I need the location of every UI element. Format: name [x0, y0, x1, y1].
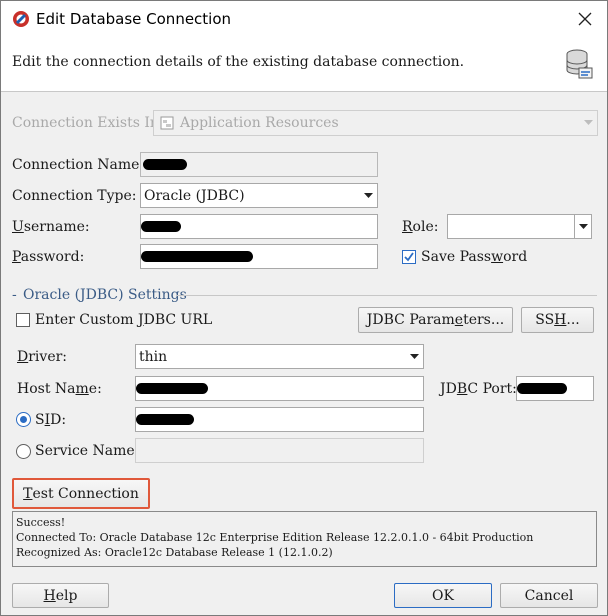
host-name-label: Host Name: — [17, 381, 102, 397]
role-select[interactable] — [447, 214, 592, 239]
chevron-down-icon — [574, 215, 591, 238]
service-name-radio[interactable] — [16, 444, 31, 459]
settings-dash: - — [12, 287, 17, 303]
log-line: Success! — [16, 516, 66, 529]
sid-radio[interactable] — [16, 412, 31, 427]
edit-database-connection-dialog: Edit Database Connection Edit the connec… — [0, 0, 608, 616]
log-line: Recognized As: Oracle12c Database Releas… — [16, 546, 333, 559]
redaction-mark — [136, 383, 208, 394]
redaction-mark — [143, 159, 187, 170]
checkmark-icon — [404, 252, 414, 262]
username-field[interactable] — [140, 214, 378, 239]
redaction-mark — [136, 414, 194, 425]
test-connection-button[interactable]: Test Connection — [12, 478, 150, 509]
connection-type-label: Connection Type: — [12, 188, 137, 204]
dialog-header: Edit the connection details of the exist… — [1, 38, 607, 92]
password-field[interactable] — [140, 244, 378, 269]
oracle-jdeveloper-icon — [13, 11, 29, 27]
close-button[interactable] — [569, 5, 601, 33]
log-line: Connected To: Oracle Database 12c Enterp… — [16, 531, 534, 544]
redaction-mark — [141, 221, 181, 232]
service-name-label: Service Name: — [35, 443, 140, 459]
chevron-down-icon — [360, 184, 377, 207]
ok-button[interactable]: OK — [394, 583, 492, 608]
connection-exists-in-combo: Application Resources — [153, 110, 598, 136]
sid-label: SID: — [35, 412, 67, 428]
host-name-field[interactable] — [135, 376, 424, 401]
driver-select[interactable]: thin — [135, 344, 424, 369]
service-name-field — [135, 438, 424, 463]
group-separator — [176, 295, 597, 296]
test-result-log: Success! Connected To: Oracle Database 1… — [12, 511, 597, 567]
driver-label: Driver: — [17, 349, 68, 365]
driver-value: thin — [139, 348, 168, 365]
settings-group-title: Oracle (JDBC) Settings — [23, 287, 187, 303]
connection-type-value: Oracle (JDBC) — [144, 187, 245, 204]
chevron-down-icon — [406, 345, 423, 368]
redaction-mark — [517, 383, 567, 394]
connection-name-field[interactable] — [140, 152, 378, 177]
ssh-button[interactable]: SS H... — [521, 307, 594, 333]
save-password-checkbox[interactable] — [402, 250, 416, 264]
header-description: Edit the connection details of the exist… — [12, 54, 465, 70]
cancel-button[interactable]: Cancel — [500, 583, 598, 608]
username-label: Username: — [12, 219, 90, 235]
jdbc-parameters-button[interactable]: JDBC Param e ters... — [358, 307, 513, 333]
close-icon — [578, 12, 592, 26]
custom-jdbc-url-checkbox[interactable] — [16, 313, 30, 327]
sid-field[interactable] — [135, 407, 424, 432]
help-button[interactable]: Help — [12, 583, 109, 608]
connection-type-select[interactable]: Oracle (JDBC) — [140, 183, 378, 208]
redaction-mark — [141, 251, 253, 262]
database-connection-icon — [566, 49, 593, 79]
role-label: Role: — [402, 219, 439, 235]
window-title: Edit Database Connection — [36, 10, 232, 28]
jdbc-port-field[interactable] — [516, 376, 594, 401]
custom-jdbc-url-label: Enter Custom JDBC URL — [35, 312, 213, 328]
save-password-label: Save Password — [421, 249, 528, 265]
connection-exists-in-value: Application Resources — [180, 115, 339, 131]
connection-name-label: Connection Name: — [12, 157, 145, 173]
chevron-down-icon — [580, 111, 597, 135]
connection-exists-in-label: Connection Exists In: — [12, 115, 164, 131]
application-resources-icon — [160, 116, 174, 130]
password-label: Password: — [12, 249, 85, 265]
title-bar: Edit Database Connection — [1, 1, 607, 38]
jdbc-port-label: JDBC Port: — [440, 381, 517, 397]
